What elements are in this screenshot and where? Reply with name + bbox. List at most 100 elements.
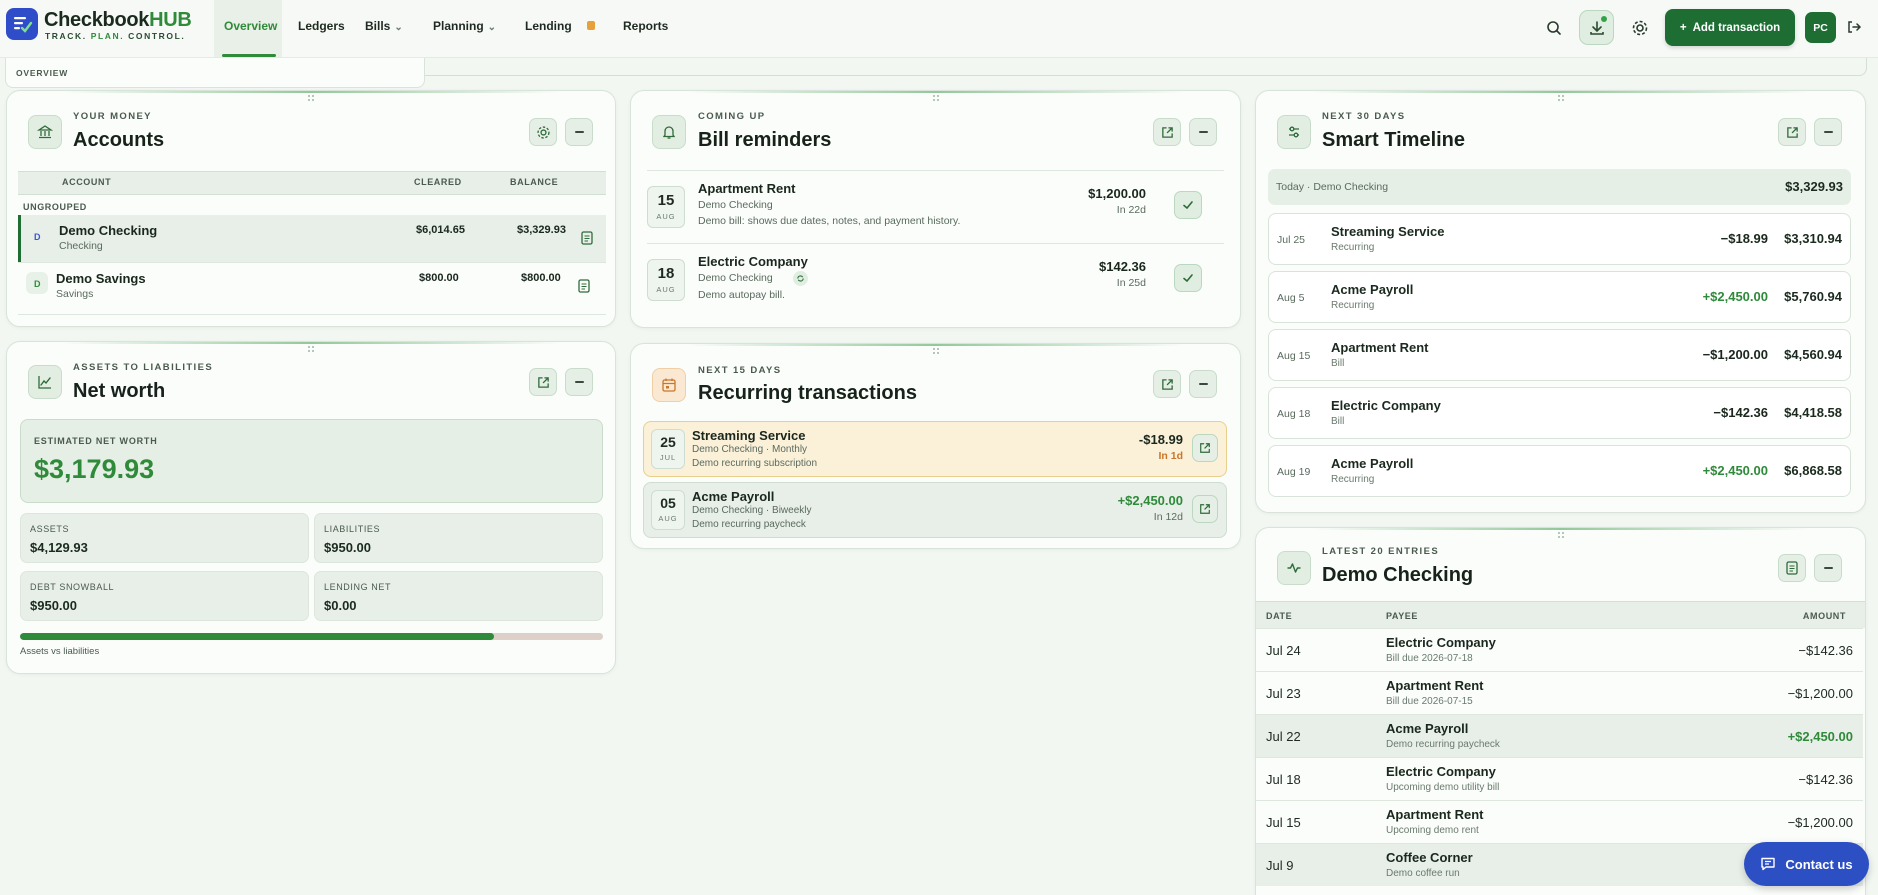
drag-handle[interactable] — [932, 348, 939, 354]
avatar[interactable]: PC — [1805, 12, 1836, 43]
bill-note: Demo bill: shows due dates, notes, and p… — [698, 215, 961, 227]
account-row[interactable]: D Demo Checking Checking $6,014.65 $3,32… — [18, 215, 606, 262]
nav-bills[interactable]: Bills ⌄ — [365, 19, 403, 33]
import-button[interactable] — [1579, 10, 1614, 45]
account-cleared: $6,014.65 — [416, 224, 465, 236]
column-header: CLEARED — [414, 177, 462, 187]
liabilities-tile: LIABILITIES $950.00 — [314, 513, 603, 563]
drag-handle[interactable] — [308, 346, 314, 352]
ledger-row[interactable]: Jul 22 Acme Payroll Demo recurring paychec… — [1256, 714, 1863, 757]
add-transaction-button[interactable]: + Add transaction — [1665, 9, 1795, 46]
timeline-row[interactable]: Aug 18 Electric Company Bill −$142.36 $4,418… — [1268, 387, 1851, 439]
autopay-icon — [793, 271, 808, 286]
assets-vs-liabilities-bar — [20, 633, 603, 640]
recurring-row[interactable]: 25 JUL Streaming Service Demo Checking · … — [643, 421, 1227, 477]
timeline-row[interactable]: Aug 15 Apartment Rent Bill −$1,200.00 $4,560… — [1268, 329, 1851, 381]
minus-icon — [1823, 567, 1833, 569]
sliders-icon — [1277, 115, 1311, 149]
assets-tile: ASSETS $4,129.93 — [20, 513, 309, 563]
account-type: Checking — [59, 240, 103, 252]
external-link-icon — [1786, 126, 1798, 138]
timeline-collapse-button[interactable] — [1814, 118, 1842, 146]
nav-planning[interactable]: Planning ⌄ — [433, 19, 496, 33]
recurring-meta: Demo Checking · Biweekly — [692, 505, 812, 516]
search-icon[interactable] — [1543, 17, 1565, 39]
ledger-row[interactable]: Jul 18 Electric Company Upcoming demo util… — [1256, 757, 1863, 800]
minus-icon — [574, 381, 584, 383]
drag-handle[interactable] — [308, 95, 314, 101]
accounts-card: YOUR MONEY Accounts ACCOUNT CLEARED BALA… — [6, 90, 616, 327]
recurring-name: Acme Payroll — [692, 489, 775, 504]
account-row[interactable]: D Demo Savings Savings $800.00 $800.00 — [18, 263, 606, 310]
timeline-eyebrow: NEXT 30 DAYS — [1322, 111, 1406, 122]
ledger-icon[interactable] — [578, 279, 590, 293]
timeline-row[interactable]: Aug 19 Acme Payroll Recurring +$2,450.00 $6,… — [1268, 445, 1851, 497]
account-balance: $3,329.93 — [517, 224, 566, 236]
ledger-title: Demo Checking — [1322, 564, 1474, 586]
drag-handle[interactable] — [1557, 532, 1564, 538]
chevron-down-icon: ⌄ — [394, 22, 403, 33]
gear-icon[interactable] — [1628, 16, 1652, 40]
contact-us-button[interactable]: Contact us — [1744, 842, 1869, 886]
recurring-open-button[interactable] — [1192, 434, 1218, 462]
recurring-open-button[interactable] — [1192, 495, 1218, 523]
ledger-row[interactable]: Jul 23 Apartment Rent Bill due 2026-07-15−… — [1256, 671, 1863, 714]
mark-paid-button[interactable] — [1174, 191, 1202, 219]
debt-snowball-tile: DEBT SNOWBALL $950.00 — [20, 571, 309, 621]
chat-icon — [1761, 857, 1776, 871]
minus-icon — [574, 131, 584, 133]
lending-net-tile: LENDING NET $0.00 — [314, 571, 603, 621]
bar-caption: Assets vs liabilities — [20, 646, 100, 657]
recurring-date: 25 JUL — [651, 429, 685, 469]
row-divider — [18, 314, 606, 315]
recurring-due: In 12d — [1153, 511, 1183, 523]
networth-open-button[interactable] — [529, 368, 557, 396]
check-icon — [1183, 201, 1193, 210]
bill-reminders-card: COMING UP Bill reminders 15 AUG Apartment… — [630, 90, 1241, 328]
nav-overview[interactable]: Overview — [224, 19, 277, 33]
account-cleared: $800.00 — [419, 272, 459, 284]
logout-icon[interactable] — [1843, 16, 1865, 38]
recurring-collapse-button[interactable] — [1189, 370, 1217, 398]
timeline-today-row: Today · Demo Checking $3,329.93 — [1268, 169, 1851, 205]
bill-row[interactable]: 18 AUG Electric Company Demo Checking Dem… — [647, 252, 1224, 312]
active-tab-underline — [222, 54, 276, 57]
bills-title: Bill reminders — [698, 129, 832, 151]
ledger-row[interactable]: Jul 24 Electric Company Bill due 2026-07-1… — [1256, 628, 1863, 671]
bills-collapse-button[interactable] — [1189, 118, 1217, 146]
ledger-collapse-button[interactable] — [1814, 554, 1842, 582]
brand-name[interactable]: CheckbookHUB — [44, 9, 192, 32]
ledger-table-header: DATE PAYEE AMOUNT — [1256, 601, 1865, 628]
account-type: Savings — [56, 288, 94, 300]
account-name: Demo Savings — [56, 271, 146, 286]
bill-note: Demo autopay bill. — [698, 289, 785, 301]
net-worth-card: ASSETS TO LIABILITIES Net worth ESTIMATE… — [6, 341, 616, 674]
ledger-open-button[interactable] — [1778, 554, 1806, 582]
nav-lending[interactable]: Lending — [525, 19, 572, 33]
chart-line-icon — [28, 365, 62, 399]
recurring-row[interactable]: 05 AUG Acme Payroll Demo Checking · Biwee… — [643, 482, 1227, 538]
nav-ledgers[interactable]: Ledgers — [298, 19, 345, 33]
accounts-collapse-button[interactable] — [565, 118, 593, 146]
recurring-open-button[interactable] — [1153, 370, 1181, 398]
chevron-down-icon: ⌄ — [487, 22, 497, 33]
ledger-row[interactable]: Jul 15 Apartment Rent Upcoming demo rent −$… — [1256, 800, 1863, 843]
drag-handle[interactable] — [932, 95, 939, 101]
timeline-row[interactable]: Aug 5 Acme Payroll Recurring +$2,450.00 $5,7… — [1268, 271, 1851, 323]
networth-collapse-button[interactable] — [565, 368, 593, 396]
nav-reports[interactable]: Reports — [623, 19, 668, 33]
accounts-settings-button[interactable] — [529, 118, 557, 146]
bills-open-button[interactable] — [1153, 118, 1181, 146]
logo-icon[interactable] — [6, 8, 38, 40]
account-balance: $800.00 — [521, 272, 561, 284]
mark-paid-button[interactable] — [1174, 264, 1202, 292]
activity-icon — [1277, 551, 1311, 585]
bill-row[interactable]: 15 AUG Apartment Rent Demo Checking Demo … — [647, 179, 1224, 239]
bill-amount: $142.36 — [1099, 259, 1146, 274]
drag-handle[interactable] — [1557, 95, 1564, 101]
account-initial: D — [34, 232, 41, 242]
timeline-open-button[interactable] — [1778, 118, 1806, 146]
ledger-icon[interactable] — [581, 231, 593, 245]
timeline-row[interactable]: Jul 25 Streaming Service Recurring −$18.99 $… — [1268, 213, 1851, 265]
row-divider — [647, 243, 1224, 244]
